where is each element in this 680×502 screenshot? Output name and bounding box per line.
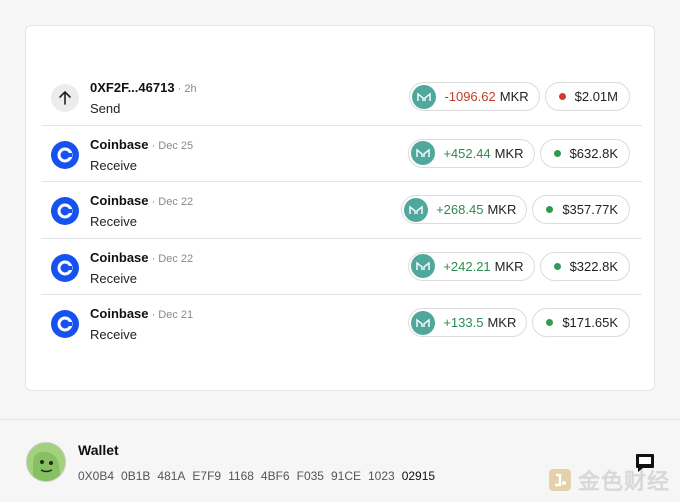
tx-counterparty: Coinbase · Dec 21	[90, 306, 194, 321]
table-row[interactable]: Coinbase · Dec 22 Receive +268.45 MKR $35…	[41, 182, 642, 239]
address-chunk: 02915	[401, 469, 436, 483]
tx-type: Receive	[90, 327, 137, 342]
token-amount: +133.5	[443, 315, 484, 330]
usd-value: $2.01M	[574, 89, 618, 104]
address-chunk: E7F9	[192, 469, 222, 483]
usd-value: $357.77K	[562, 202, 618, 217]
coinbase-icon	[51, 140, 79, 169]
arrow-up-icon	[51, 84, 79, 112]
transactions-card: 0XF2F...46713 · 2h Send -1096.62 MKR $2.0…	[25, 25, 655, 391]
table-row[interactable]: Coinbase · Dec 21 Receive +133.5 MKR $171…	[41, 295, 642, 352]
status-dot	[558, 93, 566, 100]
tx-type: Receive	[90, 157, 137, 173]
tx-type: Receive	[90, 214, 137, 229]
token-unit: MKR	[494, 258, 524, 274]
address-chunk: F035	[296, 469, 324, 483]
address-chunk: 4BF6	[260, 469, 290, 483]
tx-counterparty: 0XF2F...46713 · 2h	[90, 80, 197, 95]
tx-date: Dec 25	[158, 139, 194, 152]
status-dot	[553, 262, 561, 270]
tx-date: Dec 22	[158, 252, 194, 265]
address-chunk: 0B1B	[121, 469, 151, 483]
usd-value: $322.8K	[569, 258, 618, 274]
tx-type: Receive	[90, 270, 137, 286]
avatar[interactable]	[26, 442, 66, 482]
token-unit: MKR	[487, 202, 517, 217]
usd-value-pill[interactable]: $632.8K	[539, 138, 630, 168]
token-unit: MKR	[494, 145, 524, 161]
tx-type: Send	[90, 101, 121, 116]
usd-value: $171.65K	[562, 315, 618, 330]
address-chunk: 91CE	[330, 469, 361, 483]
table-row[interactable]: 0XF2F...46713 · 2h Send -1096.62 MKR $2.0…	[41, 69, 642, 126]
mkr-token-icon	[411, 310, 436, 335]
mkr-token-icon	[412, 84, 437, 109]
tx-counterparty: Coinbase · Dec 22	[90, 249, 194, 265]
tx-counterparty: Coinbase · Dec 25	[90, 136, 194, 152]
address-chunk: 1168	[228, 469, 254, 483]
wallet-address[interactable]: 0X0B4 0B1B 481A E7F9 1168 4BF6 F035 91CE…	[78, 469, 435, 483]
tx-counterparty: Coinbase · Dec 22	[90, 193, 194, 208]
token-amount-pill[interactable]: +133.5 MKR	[408, 308, 528, 337]
address-chunk: 0X0B4	[78, 469, 115, 483]
mkr-token-icon	[404, 197, 429, 222]
mkr-token-icon	[411, 254, 436, 278]
usd-value: $632.8K	[569, 145, 618, 161]
token-amount-pill[interactable]: +268.45 MKR	[401, 195, 528, 224]
token-unit: MKR	[499, 89, 529, 104]
coinbase-icon	[51, 310, 79, 338]
token-amount-pill[interactable]: +242.21 MKR	[408, 251, 535, 281]
wallet-footer: Wallet 0X0B4 0B1B 481A E7F9 1168 4BF6 F0…	[0, 419, 680, 502]
coinbase-icon	[51, 253, 79, 282]
tx-date: 2h	[184, 83, 197, 95]
token-amount: +452.44	[443, 145, 491, 161]
address-chunk: 481A	[157, 469, 186, 483]
usd-value-pill[interactable]: $171.65K	[532, 308, 630, 337]
token-unit: MKR	[487, 315, 517, 330]
usd-value-pill[interactable]: $2.01M	[544, 82, 630, 111]
wallet-title: Wallet	[78, 442, 119, 458]
transaction-list: 0XF2F...46713 · 2h Send -1096.62 MKR $2.0…	[41, 69, 642, 352]
status-dot	[546, 206, 554, 213]
coinbase-icon	[51, 197, 79, 225]
address-chunk: 1023	[368, 469, 395, 483]
mkr-token-icon	[411, 141, 436, 165]
token-amount-pill[interactable]: -1096.62 MKR	[409, 82, 540, 111]
usd-value-pill[interactable]: $322.8K	[539, 251, 630, 281]
table-row[interactable]: Coinbase · Dec 25 Receive +452.44 MKR $63…	[41, 126, 642, 182]
status-dot	[553, 149, 561, 157]
usd-value-pill[interactable]: $357.77K	[532, 195, 630, 224]
token-amount: -1096.62	[444, 89, 496, 104]
token-amount-pill[interactable]: +452.44 MKR	[408, 138, 535, 168]
tx-date: Dec 21	[158, 309, 194, 321]
watermark-text: 金色财经	[578, 469, 671, 494]
token-amount: +268.45	[436, 202, 484, 217]
token-amount: +242.21	[443, 258, 491, 274]
watermark-logo-icon	[549, 469, 571, 491]
table-row[interactable]: Coinbase · Dec 22 Receive +242.21 MKR $32…	[41, 239, 642, 295]
tx-date: Dec 22	[158, 196, 194, 208]
chat-icon[interactable]	[634, 452, 656, 479]
status-dot	[546, 319, 554, 326]
